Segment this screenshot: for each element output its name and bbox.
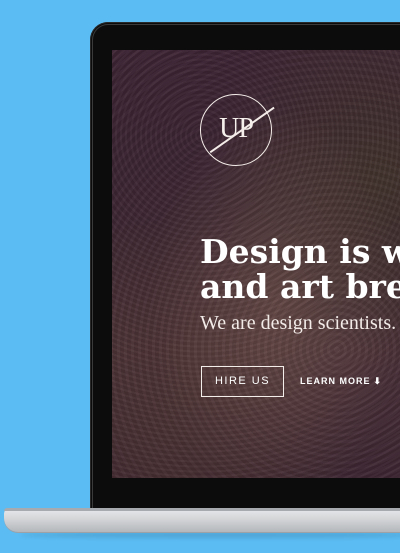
- learn-more-label: LEARN MORE: [300, 376, 371, 386]
- hero-headline: Design is wh and art brea: [200, 234, 400, 304]
- brand-logo[interactable]: UP: [200, 94, 275, 166]
- laptop-base-edge: [4, 508, 400, 511]
- hire-us-button[interactable]: HIRE US: [201, 366, 284, 397]
- laptop-shadow: [20, 532, 400, 538]
- logo-text: UP: [219, 113, 254, 144]
- hero-subhead: We are design scientists.: [200, 312, 397, 334]
- arrow-down-icon: ⬇: [373, 376, 383, 386]
- hero-headline-line-2: and art brea: [200, 267, 400, 306]
- hero-headline-line-1: Design is wh: [200, 232, 400, 271]
- laptop-base: [4, 508, 400, 532]
- scene: UP Design is wh and art brea We are desi…: [0, 0, 400, 553]
- learn-more-link[interactable]: LEARN MORE ⬇: [300, 376, 382, 387]
- laptop-screen: UP Design is wh and art brea We are desi…: [112, 50, 400, 478]
